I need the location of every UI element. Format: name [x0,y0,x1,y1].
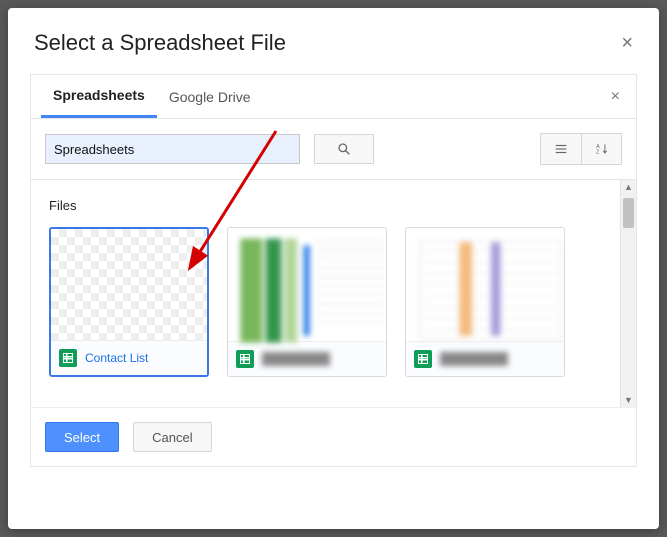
search-icon [337,142,351,156]
select-button[interactable]: Select [45,422,119,452]
picker-panel: Spreadsheets Google Drive × A [30,74,637,467]
dialog-titlebar: Select a Spreadsheet File × [30,30,637,56]
file-name: ████████ [262,352,330,366]
file-card[interactable]: ████████ [227,227,387,377]
svg-text:Z: Z [596,150,600,156]
search-button[interactable] [314,134,374,164]
tab-spreadsheets[interactable]: Spreadsheets [41,75,157,118]
file-picker-dialog: Select a Spreadsheet File × Spreadsheets… [8,8,659,529]
search-input[interactable] [45,134,300,164]
sheets-icon [414,350,432,368]
list-view-icon [553,142,569,156]
tabs-close-icon[interactable]: × [605,88,626,106]
files-heading: Files [31,180,636,219]
sort-az-icon: A Z [594,142,610,156]
file-thumbnail [406,228,564,341]
file-card[interactable]: ████████ [405,227,565,377]
scrollbar-thumb[interactable] [623,198,634,228]
scroll-up-icon[interactable]: ▲ [621,180,636,194]
view-sort-group: A Z [540,133,622,165]
file-name: ████████ [440,352,508,366]
picker-tabs: Spreadsheets Google Drive × [31,75,636,119]
files-grid: Contact List [31,219,636,377]
files-area: Files Contact List [31,179,636,407]
close-icon[interactable]: × [621,33,633,53]
sort-button[interactable]: A Z [581,134,621,164]
svg-text:A: A [596,144,600,150]
picker-toolbar: A Z [31,119,636,179]
tab-google-drive[interactable]: Google Drive [157,75,263,118]
dialog-title: Select a Spreadsheet File [34,30,286,56]
list-view-button[interactable] [541,134,581,164]
file-thumbnail [228,228,386,341]
cancel-button[interactable]: Cancel [133,422,211,452]
dialog-footer: Select Cancel [31,407,636,466]
scroll-down-icon[interactable]: ▼ [621,393,636,407]
file-thumbnail [51,229,207,340]
file-caption: Contact List [51,340,207,375]
file-card[interactable]: Contact List [49,227,209,377]
sheets-icon [59,349,77,367]
file-name: Contact List [85,351,148,365]
sheets-icon [236,350,254,368]
scrollbar[interactable]: ▲ ▼ [620,180,636,407]
